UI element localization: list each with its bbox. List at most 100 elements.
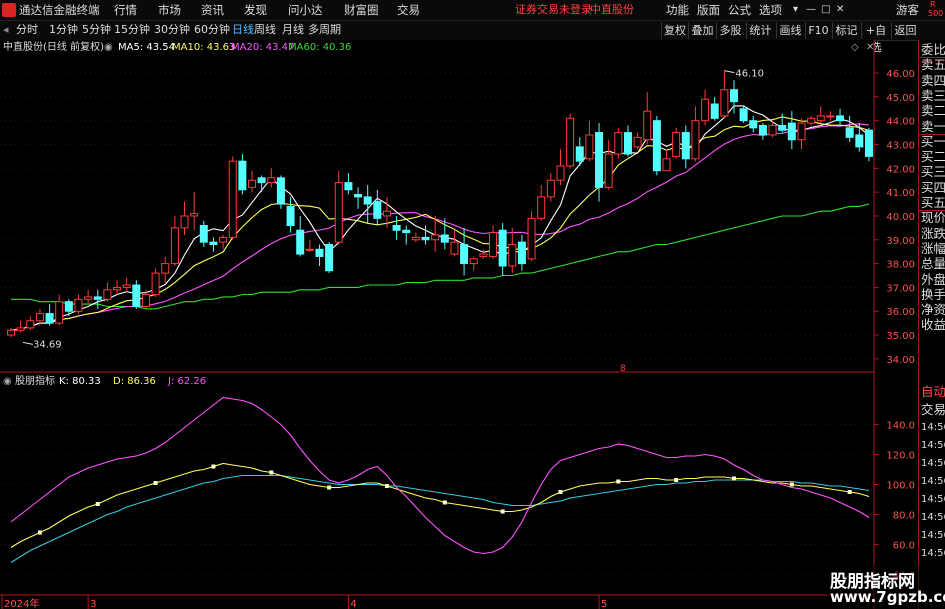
k-marker: [616, 479, 621, 484]
candle-up: [662, 158, 671, 172]
k-marker: [674, 478, 679, 482]
menu-layout[interactable]: 版面: [697, 3, 720, 17]
btn-back[interactable]: 返回: [891, 22, 919, 39]
tab-60min[interactable]: 60分钟: [194, 23, 230, 37]
price-axis-label: 44.00: [886, 117, 915, 128]
btn-multi-stock[interactable]: 多股: [716, 22, 744, 39]
price-axis-label: 46.00: [886, 69, 915, 80]
quote-field-label: 委比: [921, 42, 945, 57]
candle-down: [286, 205, 295, 226]
btn-overlay[interactable]: 叠加: [688, 22, 716, 39]
indicator-axis-label: 80.0: [893, 511, 915, 522]
legend-ma5: MA5: 43.54: [118, 42, 176, 53]
login-notice[interactable]: 证券交易未登录: [515, 3, 592, 17]
candle-up: [382, 210, 391, 217]
candle-down: [575, 146, 584, 162]
trade-time: 14:56: [921, 422, 945, 433]
dropdown-icon[interactable]: ▾: [793, 3, 798, 17]
menu-options[interactable]: 选项: [759, 3, 782, 17]
price-axis-label: 36.00: [886, 307, 915, 318]
trade-time: 14:56: [921, 548, 945, 559]
period-toolbar: ◂ 分时 1分钟 5分钟 15分钟 30分钟 60分钟 日线 周线 月线 多周期…: [0, 21, 945, 54]
sub-legend-title: 股朋指标: [15, 376, 55, 387]
legend-toggle-icon[interactable]: ◉: [104, 42, 113, 54]
event-marker: 8: [620, 364, 626, 374]
candle-down: [730, 89, 738, 103]
minimize-icon[interactable]: —: [806, 3, 816, 17]
btn-adjust[interactable]: 复权: [661, 22, 688, 39]
candle-up: [826, 115, 835, 118]
close-icon[interactable]: ✕: [836, 3, 844, 17]
menu-quotes[interactable]: 行情: [114, 3, 137, 17]
tab-daily[interactable]: 日线: [232, 23, 254, 37]
k-marker: [732, 476, 736, 481]
guest-label[interactable]: 游客: [896, 3, 919, 17]
trade-time: 14:56: [921, 458, 945, 469]
candle-up: [84, 296, 93, 300]
candle-up: [305, 248, 314, 251]
tab-multi-period[interactable]: 多周期: [308, 23, 341, 37]
candle-down: [64, 301, 73, 312]
candle-up: [141, 294, 150, 307]
tab-5min[interactable]: 5分钟: [82, 23, 111, 37]
tab-weekly[interactable]: 周线: [254, 23, 276, 37]
candle-up: [479, 253, 488, 257]
menu-formula[interactable]: 公式: [728, 3, 751, 17]
candle-down: [864, 129, 873, 157]
quote-field-label: 现价: [921, 210, 945, 226]
menu-wealth[interactable]: 财富圈: [344, 3, 379, 17]
price-axis-label: 41.00: [886, 188, 915, 199]
k-marker: [847, 490, 852, 494]
stock-link[interactable]: 中直股份: [590, 3, 634, 17]
candle-down: [325, 244, 334, 272]
legend-ma20: MA20: 43.47: [231, 42, 295, 53]
k-marker: [384, 484, 389, 488]
main-close-icon[interactable]: ✕: [866, 42, 874, 54]
tab-monthly[interactable]: 月线: [282, 23, 304, 37]
menu-trade[interactable]: 交易: [397, 3, 420, 17]
panel-mode-label[interactable]: 交易: [921, 402, 945, 418]
candle-up: [643, 110, 652, 141]
btn-stats[interactable]: 统计: [746, 22, 774, 39]
menu-function[interactable]: 功能: [666, 3, 689, 17]
quote-field-label: 换手: [921, 286, 945, 302]
main-settings-icon[interactable]: ◇: [851, 42, 859, 54]
candle-down: [363, 196, 372, 205]
date-axis-label: 5: [601, 599, 607, 609]
candle-down: [132, 284, 141, 307]
menu-news[interactable]: 资讯: [201, 3, 224, 17]
tab-30min[interactable]: 30分钟: [154, 23, 190, 37]
candle-up: [161, 263, 170, 274]
panel-mode-label[interactable]: 自动: [921, 384, 945, 400]
candle-down: [739, 108, 748, 122]
btn-mark[interactable]: 标记: [832, 22, 860, 39]
candle-up: [411, 236, 420, 241]
candle-up: [614, 132, 623, 155]
candle-up: [228, 160, 237, 238]
quote-field-label: 净资: [921, 302, 945, 318]
candle-down: [845, 127, 854, 138]
menu-discover[interactable]: 发现: [244, 3, 267, 17]
candle-down: [354, 194, 363, 198]
candle-down: [45, 313, 54, 324]
app-logo-icon: [2, 3, 16, 17]
candle-up: [566, 117, 575, 167]
corner-r: R: [930, 0, 936, 9]
tab-15min[interactable]: 15分钟: [114, 23, 150, 37]
menu-market[interactable]: 市场: [158, 3, 181, 17]
btn-draw[interactable]: 画线: [776, 22, 804, 39]
tab-1min[interactable]: 1分钟: [49, 23, 78, 37]
main-legend-title: 中直股份(日线 前复权): [3, 42, 104, 53]
kline-chart[interactable]: 46.00 45.00 44.00 43.00 42.00 41.00 40.00 39.00…: [0, 40, 918, 609]
sub-toggle-icon[interactable]: ◉: [3, 376, 12, 388]
tab-timeshare[interactable]: 分时: [16, 23, 38, 37]
btn-add-watchlist[interactable]: +自选: [861, 22, 890, 54]
candle-down: [836, 115, 845, 122]
maximize-icon[interactable]: □: [821, 3, 830, 17]
btn-f10[interactable]: F10: [805, 22, 831, 39]
candle-up: [267, 177, 276, 184]
candle-up: [248, 179, 256, 188]
price-axis-label: 34.00: [886, 355, 915, 366]
menu-ask[interactable]: 问小达: [288, 3, 323, 17]
candle-down: [652, 120, 661, 172]
